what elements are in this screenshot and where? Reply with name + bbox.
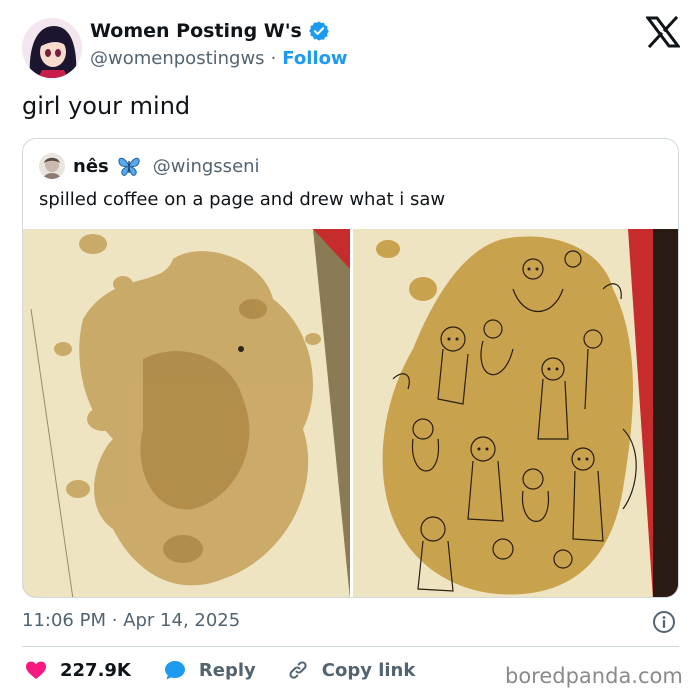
author-handle-row: @womenpostingws · Follow xyxy=(90,48,348,69)
author-handle[interactable]: @womenpostingws xyxy=(90,48,265,69)
quoted-author-avatar[interactable] xyxy=(39,153,65,179)
copy-link-button[interactable]: Copy link xyxy=(286,658,416,682)
author-display-name[interactable]: Women Posting W's xyxy=(90,20,302,42)
quoted-author-name[interactable]: nês xyxy=(73,156,109,177)
source-watermark: boredpanda.com xyxy=(505,664,683,688)
tweet-date: Apr 14, 2025 xyxy=(123,610,241,631)
handle-separator: · xyxy=(270,48,277,69)
author-name-row: Women Posting W's xyxy=(90,20,330,42)
x-logo-icon[interactable] xyxy=(645,15,681,49)
quoted-author-handle[interactable]: @wingsseni xyxy=(153,156,260,177)
tweet-timestamp[interactable]: 11:06 PM · Apr 14, 2025 xyxy=(22,610,240,631)
tweet-time: 11:06 PM xyxy=(22,610,106,631)
reply-bubble-icon xyxy=(164,661,185,680)
footer-divider xyxy=(22,646,679,647)
tweet-text: girl your mind xyxy=(22,92,191,120)
tweet-card: Women Posting W's @womenpostingws · Foll… xyxy=(0,0,700,700)
quoted-media-grid xyxy=(23,229,678,597)
quoted-tweet-header: nês @wingsseni xyxy=(39,153,260,179)
coffee-stain-drawing-photo[interactable] xyxy=(353,229,678,597)
follow-button[interactable]: Follow xyxy=(282,48,347,69)
quoted-tweet-text: spilled coffee on a page and drew what i… xyxy=(39,189,446,210)
like-count: 227.9K xyxy=(60,659,131,681)
reply-button[interactable]: Reply xyxy=(163,658,256,682)
like-button[interactable]: 227.9K xyxy=(24,658,131,682)
timestamp-separator: · xyxy=(111,610,118,631)
action-bar: 227.9K Reply Copy link xyxy=(24,658,415,682)
author-avatar[interactable] xyxy=(22,18,82,78)
reply-label: Reply xyxy=(198,659,256,681)
quoted-tweet[interactable]: nês @wingsseni spilled coffee on a page … xyxy=(22,138,679,598)
heart-icon xyxy=(26,661,46,679)
copy-link-label: Copy link xyxy=(321,659,416,681)
verified-badge-icon xyxy=(308,20,330,42)
info-icon[interactable] xyxy=(652,610,676,634)
link-icon xyxy=(289,661,307,679)
coffee-stain-photo[interactable] xyxy=(23,229,350,597)
butterfly-icon xyxy=(117,155,141,177)
